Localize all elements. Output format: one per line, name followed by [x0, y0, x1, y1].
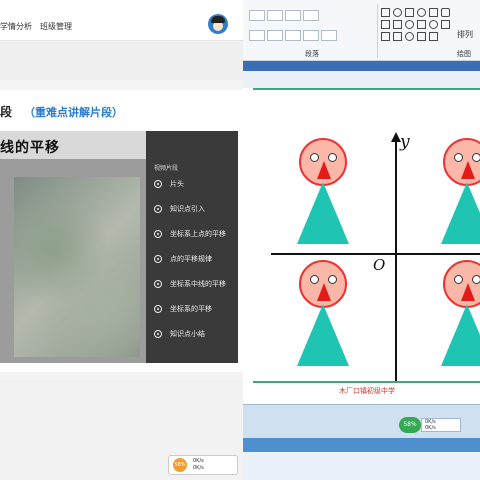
top-navigation: 学情分析 班级管理	[0, 0, 243, 41]
playlist-item[interactable]: 坐标系中线的平移	[154, 279, 226, 291]
slide-footer-school: 木厂口镇初级中学	[339, 387, 395, 395]
banner-strip	[0, 42, 243, 80]
figure-head	[299, 260, 347, 308]
network-speed-widget[interactable]: 58% 0K/s 0K/s	[168, 455, 238, 475]
taskbar	[243, 438, 480, 452]
video-banner-title: 线的平移	[0, 140, 60, 156]
cartoon-figure-top-right[interactable]	[441, 138, 480, 253]
play-dot-icon	[154, 330, 162, 338]
rounded-rect-shape-icon[interactable]	[441, 8, 450, 17]
brace-shape-icon[interactable]	[381, 32, 390, 41]
figure-head	[443, 260, 480, 308]
rectangle-shape-icon[interactable]	[381, 8, 390, 17]
nose-icon	[317, 161, 331, 179]
star-shape-icon[interactable]	[441, 20, 450, 29]
playlist-item[interactable]: 知识点引入	[154, 204, 205, 216]
figure-head	[443, 138, 480, 186]
nav-learning-analysis[interactable]: 学情分析	[0, 21, 32, 32]
speed-readout: 0K/s 0K/s	[193, 458, 204, 471]
right-panel: 段落 排列 绘图 y O 木厂口镇初级中学 58% 0K/s 0K/s	[243, 0, 480, 480]
nose-icon	[461, 161, 475, 179]
user-avatar[interactable]	[208, 14, 228, 34]
align-center-button[interactable]	[267, 30, 283, 41]
cartoon-figure-bottom-right[interactable]	[441, 260, 480, 375]
arrange-button[interactable]: 排列	[457, 29, 473, 40]
arc-shape-icon[interactable]	[405, 32, 414, 41]
speed-readout: 0K/s 0K/s	[421, 418, 461, 432]
play-dot-icon	[154, 180, 162, 188]
playlist-title: 视频片段	[154, 165, 179, 172]
justify-button[interactable]	[303, 30, 319, 41]
ribbon-separator	[377, 4, 378, 58]
left-panel: 学情分析 班级管理 段 （重难点讲解片段） 线的平移 视频片段 片头 知识点引入…	[0, 0, 243, 480]
freeform-shape-icon[interactable]	[429, 32, 438, 41]
origin-label: O	[373, 256, 386, 274]
triangle-shape-icon[interactable]	[393, 20, 402, 29]
square-shape-icon[interactable]	[429, 8, 438, 17]
indent-button[interactable]	[249, 10, 265, 21]
video-playlist: 视频片段 片头 知识点引入 坐标系上点的平移 点的平移规律 坐标系中线的平移 坐…	[146, 131, 238, 363]
nose-icon	[317, 283, 331, 301]
playlist-item[interactable]: 坐标系上点的平移	[154, 229, 226, 241]
cartoon-figure-bottom-left[interactable]	[297, 260, 349, 375]
columns-button[interactable]	[321, 30, 337, 41]
figure-body	[297, 182, 349, 244]
pentagon-shape-icon[interactable]	[417, 20, 426, 29]
curve-shape-icon[interactable]	[417, 32, 426, 41]
bracket-shape-icon[interactable]	[393, 32, 402, 41]
figure-head	[299, 138, 347, 186]
playlist-item[interactable]: 点的平移规律	[154, 254, 212, 266]
slide-top-rule	[253, 88, 480, 90]
x-axis	[271, 253, 480, 255]
nav-class-management[interactable]: 班级管理	[40, 21, 72, 32]
play-dot-icon	[154, 230, 162, 238]
arrow-shape-icon[interactable]	[381, 20, 390, 29]
play-dot-icon	[154, 280, 162, 288]
group-label-paragraph: 段落	[305, 50, 319, 58]
y-axis-label: y	[400, 132, 410, 152]
oval-shape-icon[interactable]	[405, 20, 414, 29]
bullet-list-button[interactable]	[267, 10, 283, 21]
y-axis	[395, 136, 397, 381]
slide-bottom-rule	[253, 381, 480, 383]
usage-badge[interactable]: 58%	[399, 417, 421, 433]
smiley-shape-icon[interactable]	[429, 20, 438, 29]
section-title: 段	[0, 105, 13, 119]
figure-body	[441, 182, 480, 244]
section-subtitle: （重难点讲解片段）	[24, 106, 123, 119]
play-dot-icon	[154, 205, 162, 213]
video-banner: 线的平移	[0, 131, 146, 159]
playlist-item[interactable]: 知识点小结	[154, 329, 205, 341]
figure-body	[297, 304, 349, 366]
line-shape-icon[interactable]	[405, 8, 414, 17]
numbered-list-button[interactable]	[285, 10, 301, 21]
ribbon: 段落 排列 绘图	[243, 0, 480, 61]
align-right-button[interactable]	[285, 30, 301, 41]
playlist-item[interactable]: 片头	[154, 179, 184, 191]
video-player[interactable]: 线的平移 视频片段 片头 知识点引入 坐标系上点的平移 点的平移规律 坐标系中线…	[0, 131, 238, 363]
group-label-draw: 绘图	[457, 50, 471, 58]
align-left-button[interactable]	[249, 30, 265, 41]
line-spacing-button[interactable]	[303, 10, 319, 21]
cartoon-figure-top-left[interactable]	[297, 138, 349, 253]
slide-canvas[interactable]: y O 木厂口镇初级中学	[243, 88, 480, 408]
play-dot-icon	[154, 255, 162, 263]
ellipse-shape-icon[interactable]	[393, 8, 402, 17]
play-dot-icon	[154, 305, 162, 313]
ruler-bar	[243, 61, 480, 71]
nose-icon	[461, 283, 475, 301]
figure-body	[441, 304, 480, 366]
circle-shape-icon[interactable]	[417, 8, 426, 17]
playlist-item[interactable]: 坐标系的平移	[154, 304, 212, 316]
avatar-hair	[211, 16, 225, 23]
usage-badge: 58%	[173, 458, 187, 472]
video-map-image	[14, 177, 140, 357]
